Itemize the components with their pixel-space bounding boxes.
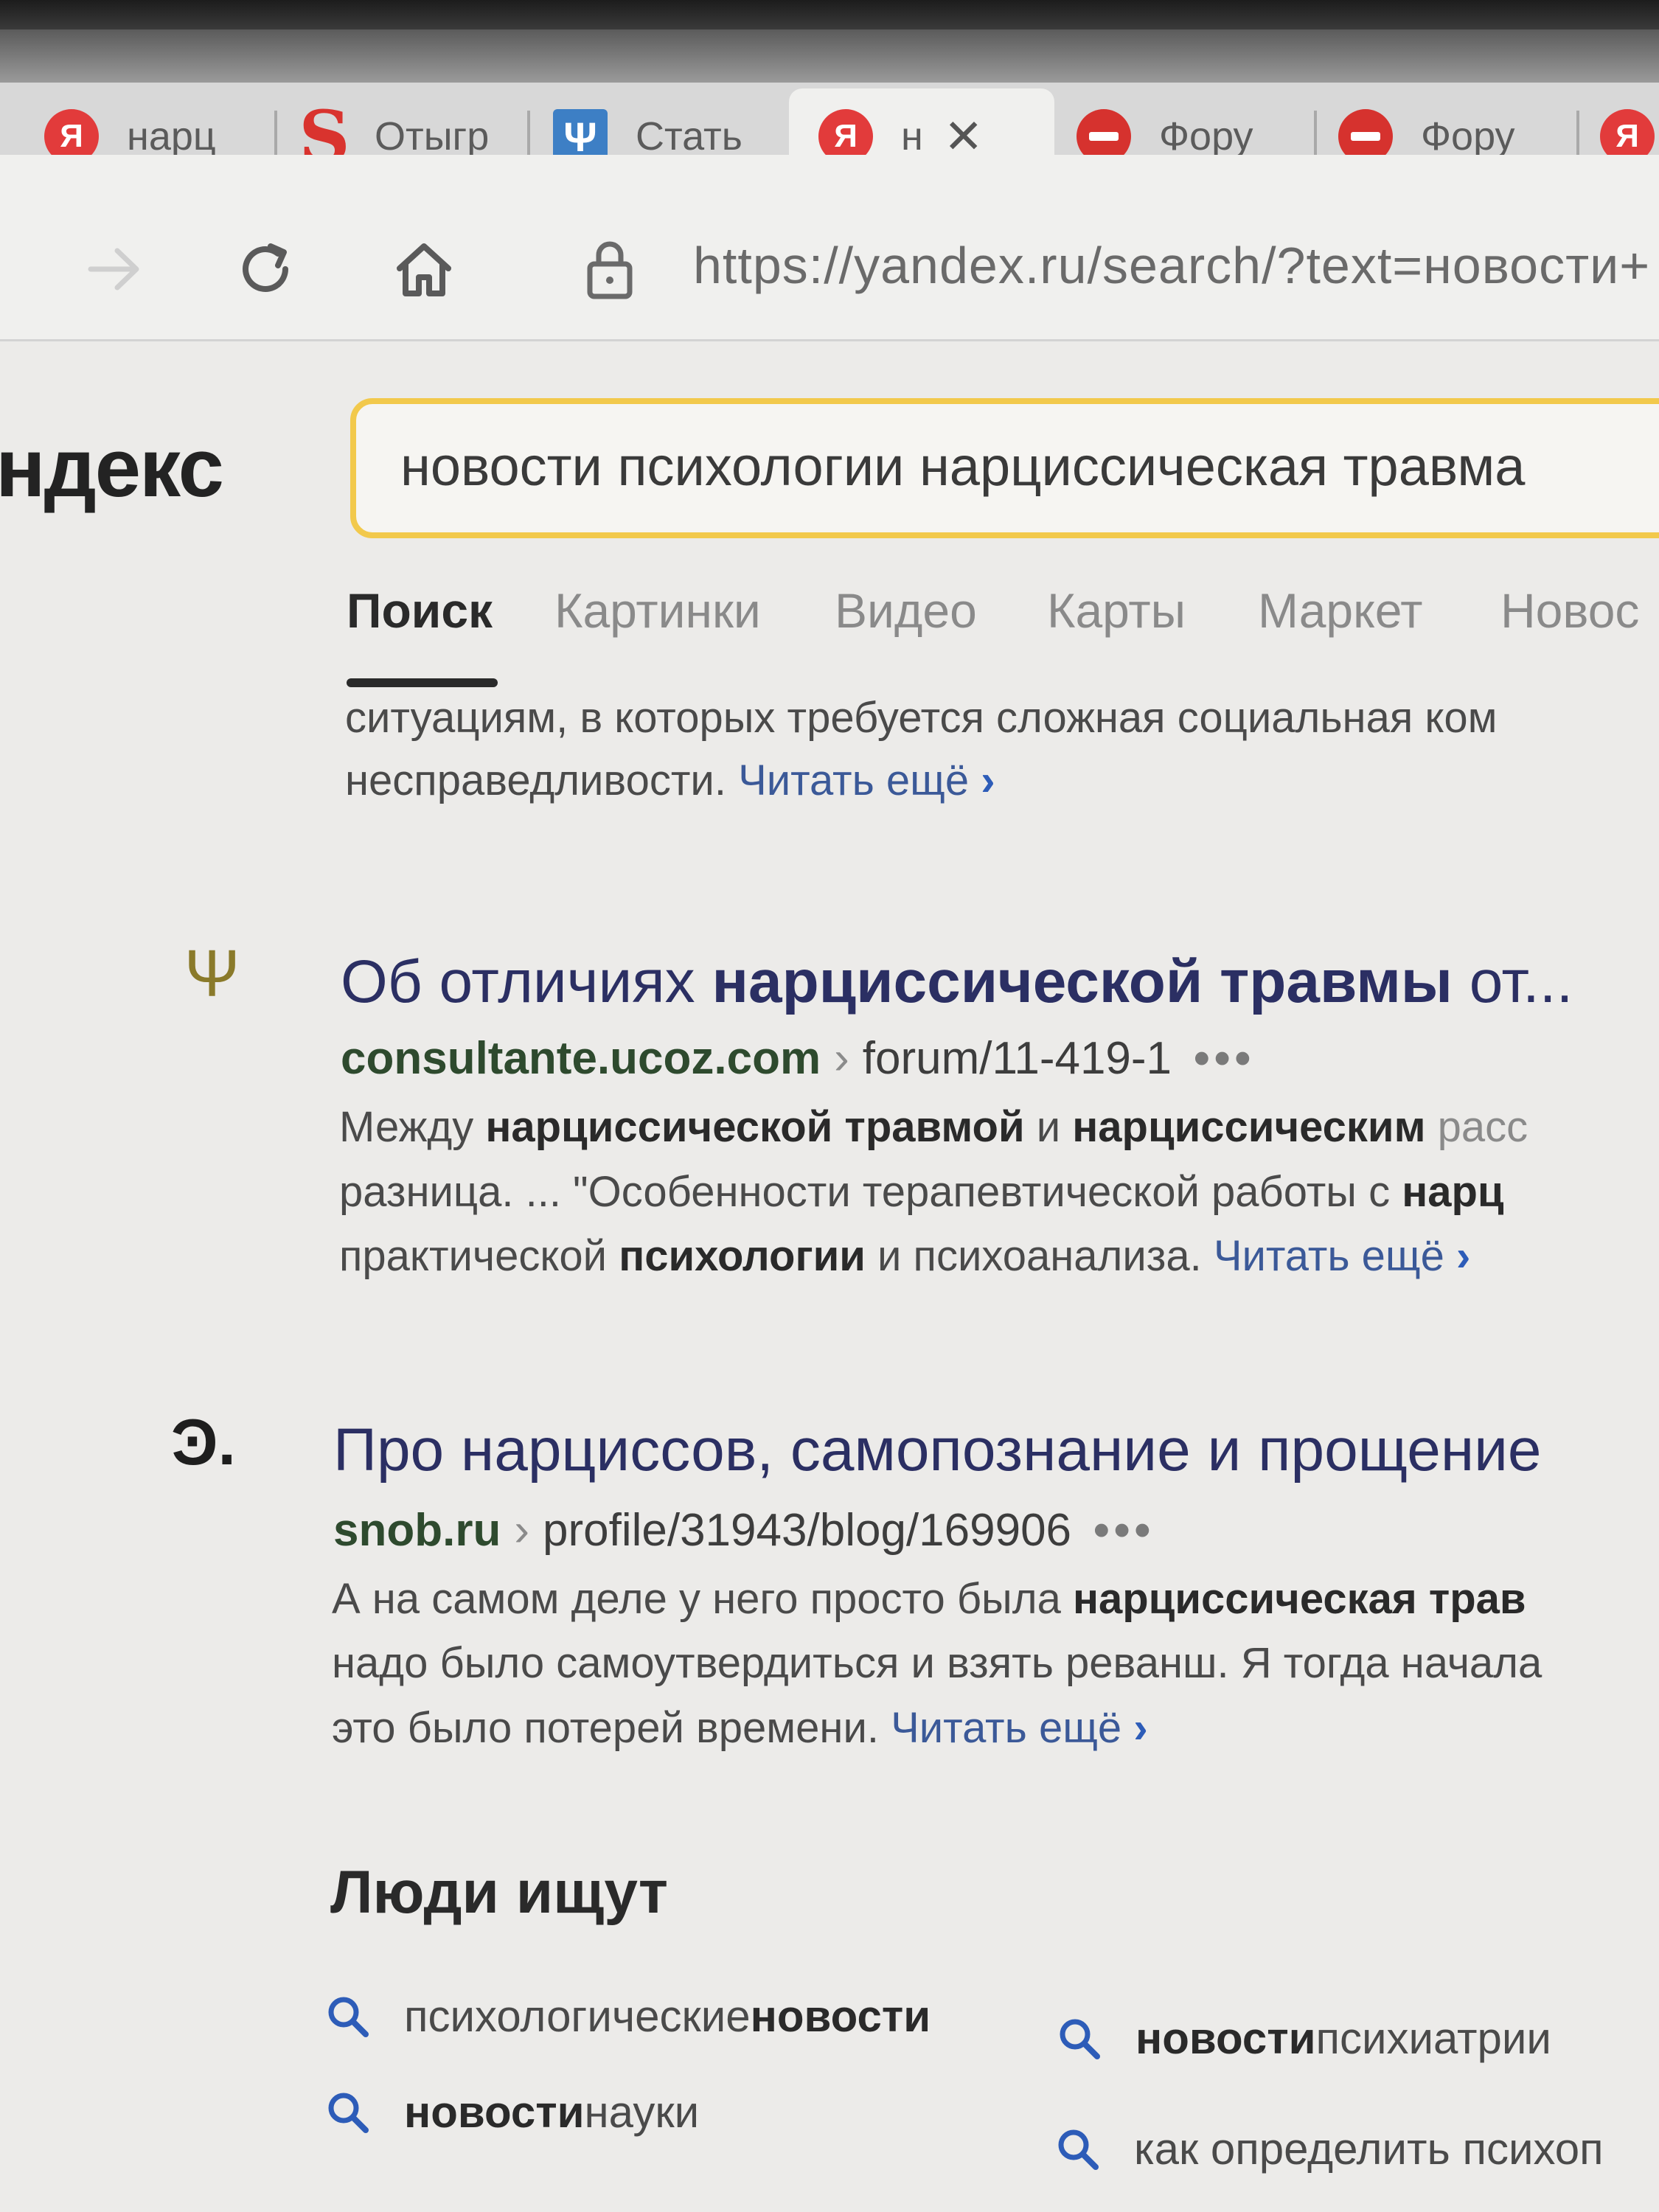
browser-window: Я нарц S Отыгр Ψ Стать Я н ✕ Фору Фору Я…: [0, 0, 1659, 2212]
people-search-heading: Люди ищут: [330, 1859, 669, 1926]
tab-video[interactable]: Видео: [835, 582, 977, 639]
reload-button[interactable]: [225, 229, 306, 310]
snippet-line: надо было самоутвердиться и взять реванш…: [332, 1639, 1543, 1687]
chevron-right-icon: ›: [1133, 1704, 1148, 1752]
snippet-line: разница. ... "Особенности терапевтическо…: [339, 1167, 1504, 1217]
home-button[interactable]: [383, 229, 465, 310]
snippet-text: расс: [1425, 1103, 1528, 1151]
snippet-text: Между: [339, 1103, 486, 1151]
breadcrumb-separator: ›: [514, 1505, 529, 1556]
result-title-link[interactable]: Про нарциссов, самопознание и прощение: [333, 1416, 1542, 1485]
result-url[interactable]: consultante.ucoz.com › forum/11-419-1 •••: [341, 1032, 1255, 1085]
title-text: от...: [1452, 948, 1573, 1015]
tab-maps[interactable]: Карты: [1047, 582, 1186, 639]
psi-icon: Ψ: [184, 937, 240, 1011]
title-highlight: нарциссической травмы: [712, 948, 1453, 1015]
snob-logo-icon: Ͽ.: [171, 1405, 236, 1478]
snippet-highlight: нарциссическая трав: [1072, 1575, 1526, 1623]
tab-search[interactable]: Поиск: [347, 582, 493, 639]
result-url[interactable]: snob.ru › profile/31943/blog/169906 •••: [333, 1504, 1155, 1557]
snippet-text: и психоанализа.: [865, 1232, 1202, 1280]
read-more-link[interactable]: Читать ещё: [891, 1704, 1121, 1752]
more-options-icon[interactable]: •••: [1093, 1505, 1155, 1556]
forward-button[interactable]: [74, 229, 155, 310]
search-icon: [328, 1997, 369, 2037]
tab-images[interactable]: Картинки: [554, 582, 761, 639]
chevron-right-icon: ›: [981, 757, 995, 804]
address-bar[interactable]: https://yandex.ru/search/?text=новости+: [693, 236, 1650, 295]
result-path[interactable]: profile/31943/blog/169906: [543, 1505, 1071, 1556]
query-text: психологические: [404, 1992, 751, 2041]
result-domain[interactable]: consultante.ucoz.com: [341, 1033, 821, 1084]
yandex-logo[interactable]: ндекс: [0, 420, 224, 515]
tab-market[interactable]: Маркет: [1258, 582, 1423, 639]
snippet-text: это было потерей времени.: [332, 1704, 879, 1752]
result-domain[interactable]: snob.ru: [333, 1505, 501, 1556]
chevron-right-icon: ›: [1456, 1232, 1471, 1280]
snippet-line: практической психологии и психоанализа. …: [339, 1231, 1470, 1281]
related-query[interactable]: как определить психоп: [1054, 2124, 1604, 2174]
snippet-highlight: нарциссической травмой: [485, 1103, 1025, 1151]
snippet-highlight: нарц: [1402, 1168, 1504, 1216]
more-options-icon[interactable]: •••: [1194, 1033, 1255, 1084]
active-tab-underline: [347, 678, 498, 687]
arrow-right-icon: [88, 248, 139, 291]
query-highlight: новости: [1135, 2014, 1316, 2063]
snippet-line: ситуациям, в которых требуется сложная с…: [345, 694, 1498, 742]
read-more-link[interactable]: Читать ещё: [1214, 1232, 1444, 1280]
result-path[interactable]: forum/11-419-1: [863, 1033, 1172, 1084]
related-query[interactable]: новости науки: [324, 2087, 699, 2138]
search-box[interactable]: [350, 398, 1659, 538]
snippet-text: и: [1024, 1103, 1073, 1151]
snippet-highlight: психологии: [619, 1232, 866, 1280]
tab-label: нарц: [127, 114, 216, 159]
snippet-line: Между нарциссической травмой и нарциссич…: [339, 1102, 1528, 1152]
query-text: науки: [584, 2087, 700, 2137]
query-text: как определить психоп: [1134, 2124, 1604, 2174]
query-text: психиатрии: [1315, 2014, 1551, 2063]
query-highlight: новости: [750, 1992, 931, 2041]
search-icon: [328, 2093, 369, 2133]
snippet-line: несправедливости. Читать ещё ›: [345, 756, 995, 805]
monitor-bezel: [0, 0, 1659, 29]
tab-label: Фору: [1159, 114, 1253, 159]
snippet-text: А на самом деле у него просто была: [332, 1575, 1073, 1623]
snippet-highlight: нарциссическим: [1072, 1103, 1426, 1151]
read-more-link[interactable]: Читать ещё: [738, 757, 969, 804]
search-icon: [1060, 2019, 1100, 2059]
snippet-text: разница. ... "Особенности терапевтическо…: [339, 1168, 1402, 1216]
snippet-line: А на самом деле у него просто была нарци…: [332, 1574, 1526, 1624]
breadcrumb-separator: ›: [834, 1033, 849, 1084]
snippet-text: практической: [339, 1232, 619, 1280]
title-text: Об отличиях: [341, 948, 712, 1015]
home-icon: [397, 243, 451, 296]
search-input[interactable]: [400, 435, 1654, 498]
lock-icon: [587, 241, 633, 299]
tab-label: Отыгр: [375, 114, 490, 159]
lock-indicator[interactable]: [569, 229, 650, 310]
snippet-text: несправедливости.: [345, 757, 726, 804]
reload-icon: [243, 243, 288, 292]
tab-news[interactable]: Новос: [1500, 582, 1639, 639]
tab-label: Фору: [1421, 114, 1515, 159]
search-icon: [1058, 2129, 1099, 2170]
result-title-link[interactable]: Об отличиях нарциссической травмы от...: [341, 947, 1573, 1017]
tab-label: н: [901, 114, 923, 159]
related-query[interactable]: психологические новости: [324, 1991, 931, 2042]
related-query[interactable]: новости психиатрии: [1056, 2013, 1551, 2064]
tab-label: Стать: [636, 114, 742, 159]
snippet-line: это было потерей времени. Читать ещё ›: [332, 1703, 1148, 1753]
query-highlight: новости: [404, 2087, 585, 2137]
